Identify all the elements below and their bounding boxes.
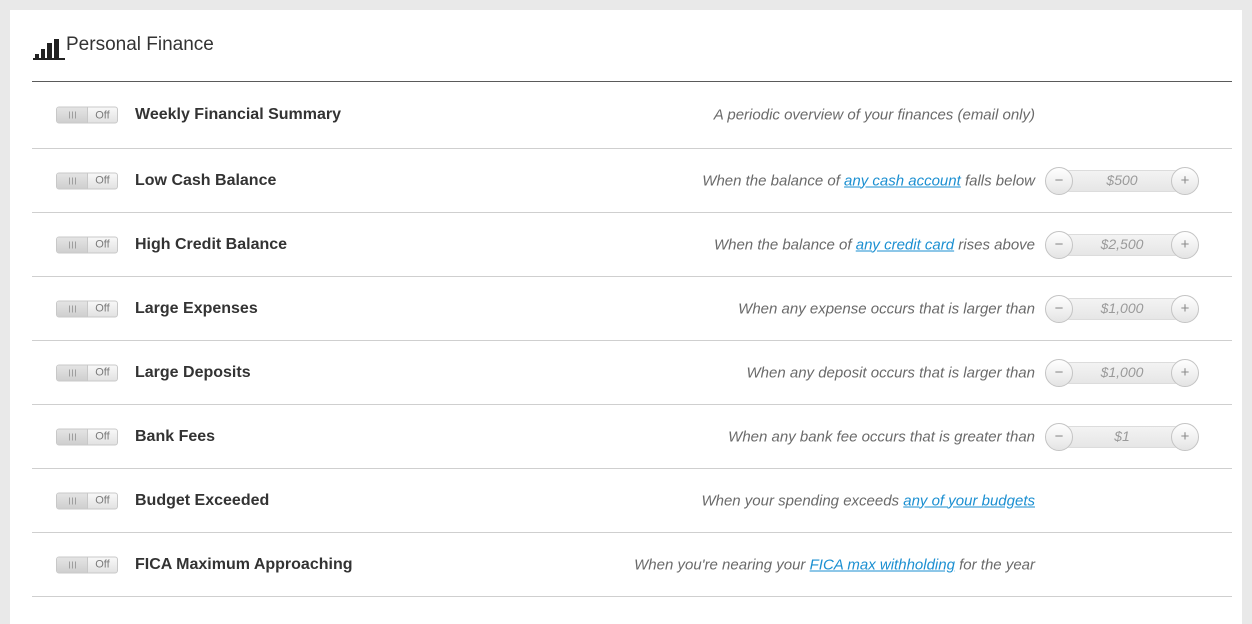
alert-name: Large Expenses xyxy=(135,299,258,317)
plus-icon[interactable]: + xyxy=(1171,166,1199,195)
alert-name: Budget Exceeded xyxy=(135,491,270,509)
threshold-stepper: − $500 + xyxy=(1045,166,1199,195)
alert-toggle[interactable]: Off xyxy=(56,428,118,445)
toggle-grip-icon xyxy=(57,107,88,123)
minus-icon[interactable]: − xyxy=(1045,358,1073,387)
minus-icon[interactable]: − xyxy=(1045,166,1073,195)
description-text: for the year xyxy=(954,556,1035,573)
toggle-state-label: Off xyxy=(95,302,110,315)
minus-icon[interactable]: − xyxy=(1045,294,1073,323)
minus-icon[interactable]: − xyxy=(1045,422,1073,451)
alert-name: Low Cash Balance xyxy=(135,171,277,189)
alert-list: Off Weekly Financial Summary A periodic ov… xyxy=(32,82,1232,597)
toggle-state-label: Off xyxy=(95,109,110,121)
alert-toggle[interactable]: Off xyxy=(56,106,118,124)
toggle-grip-icon xyxy=(57,493,88,508)
toggle-state-label: Off xyxy=(95,494,110,507)
description-text: rises above xyxy=(954,236,1035,253)
alert-toggle[interactable]: Off xyxy=(56,236,118,253)
alert-row: Off Bank Fees When any bank fee occurs tha… xyxy=(32,405,1232,469)
threshold-stepper: − $1,000 + xyxy=(1045,294,1199,323)
description-link[interactable]: any credit card xyxy=(856,236,954,253)
alert-toggle[interactable]: Off xyxy=(56,556,118,573)
toggle-grip-icon xyxy=(57,173,88,188)
description-text: When the balance of xyxy=(713,236,856,253)
threshold-value[interactable]: $1,000 xyxy=(1071,300,1173,316)
alert-toggle[interactable]: Off xyxy=(56,364,118,381)
alert-row: Off Weekly Financial Summary A periodic ov… xyxy=(32,82,1232,149)
alert-row: Off Large Expenses When any expense occurs… xyxy=(32,277,1232,341)
description-text: A periodic overview of your finances (em… xyxy=(713,106,1035,124)
threshold-stepper: − $1 + xyxy=(1045,422,1199,451)
section-header: Personal Finance xyxy=(32,10,1232,82)
toggle-grip-icon xyxy=(57,237,88,252)
threshold-value[interactable]: $500 xyxy=(1071,172,1173,188)
plus-icon[interactable]: + xyxy=(1171,294,1199,323)
bar-chart-icon xyxy=(33,39,65,60)
alert-name: Weekly Financial Summary xyxy=(135,106,342,123)
plus-icon[interactable]: + xyxy=(1171,422,1199,451)
alert-description: When any expense occurs that is larger t… xyxy=(738,300,1035,317)
description-text: When any expense occurs that is larger t… xyxy=(738,300,1035,317)
threshold-value[interactable]: $1,000 xyxy=(1071,364,1173,380)
threshold-stepper: − $1,000 + xyxy=(1045,358,1199,387)
threshold-stepper: − $2,500 + xyxy=(1045,230,1199,259)
alert-name: Large Deposits xyxy=(135,363,251,381)
page-title: Personal Finance xyxy=(66,34,214,55)
threshold-value[interactable]: $2,500 xyxy=(1071,236,1173,252)
alert-description: When any deposit occurs that is larger t… xyxy=(747,364,1036,381)
minus-icon[interactable]: − xyxy=(1045,230,1073,259)
description-text: falls below xyxy=(960,172,1035,189)
description-link[interactable]: FICA max withholding xyxy=(810,556,955,573)
personal-finance-panel: Personal Finance Off Weekly Financial Sum… xyxy=(10,10,1242,624)
description-text: When your spending exceeds xyxy=(701,492,904,509)
toggle-state-label: Off xyxy=(95,238,110,251)
description-link[interactable]: any cash account xyxy=(844,172,961,189)
alert-row: Off FICA Maximum Approaching When you're n… xyxy=(32,533,1232,597)
plus-icon[interactable]: + xyxy=(1171,230,1199,259)
toggle-grip-icon xyxy=(57,301,88,316)
alert-description: When the balance of any cash account fal… xyxy=(702,172,1035,189)
alert-description: When the balance of any credit card rise… xyxy=(714,236,1035,253)
alert-name: High Credit Balance xyxy=(135,235,288,253)
alert-toggle[interactable]: Off xyxy=(56,172,118,189)
toggle-state-label: Off xyxy=(95,366,110,379)
toggle-state-label: Off xyxy=(95,174,110,187)
description-text: When the balance of xyxy=(702,172,845,189)
toggle-grip-icon xyxy=(57,365,88,380)
alert-name: Bank Fees xyxy=(135,427,216,445)
toggle-state-label: Off xyxy=(95,558,110,571)
toggle-state-label: Off xyxy=(95,430,110,443)
alert-row: Off High Credit Balance When the balance o… xyxy=(32,213,1232,277)
threshold-value[interactable]: $1 xyxy=(1071,428,1173,444)
plus-icon[interactable]: + xyxy=(1171,358,1199,387)
alert-row: Off Budget Exceeded When your spending exc… xyxy=(32,469,1232,533)
alert-name: FICA Maximum Approaching xyxy=(135,555,353,573)
alert-description: When any bank fee occurs that is greater… xyxy=(728,428,1035,445)
alert-description: A periodic overview of your finances (em… xyxy=(714,107,1035,124)
alert-description: When your spending exceeds any of your b… xyxy=(701,492,1035,509)
description-text: When any deposit occurs that is larger t… xyxy=(746,364,1036,381)
description-text: When you're nearing your xyxy=(634,556,810,573)
description-link[interactable]: any of your budgets xyxy=(903,492,1035,509)
alert-toggle[interactable]: Off xyxy=(56,300,118,317)
alert-row: Off Large Deposits When any deposit occurs… xyxy=(32,341,1232,405)
alert-description: When you're nearing your FICA max withho… xyxy=(634,556,1035,573)
toggle-grip-icon xyxy=(57,429,88,444)
alert-row: Off Low Cash Balance When the balance of a… xyxy=(32,149,1232,213)
toggle-grip-icon xyxy=(57,557,88,572)
alert-toggle[interactable]: Off xyxy=(56,492,118,509)
description-text: When any bank fee occurs that is greater… xyxy=(728,428,1035,445)
